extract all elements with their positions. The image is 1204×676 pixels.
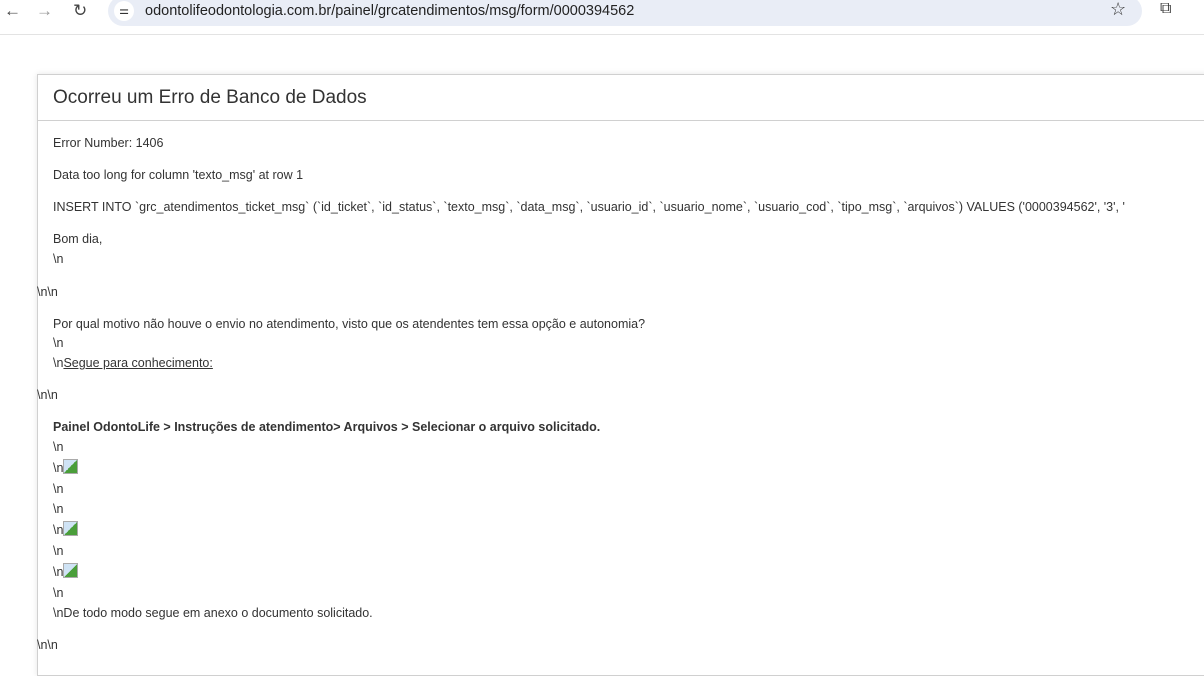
error-number: Error Number: 1406 (53, 136, 164, 150)
instructions-path: Painel OdontoLife > Instruções de atendi… (53, 420, 601, 434)
browser-toolbar: ← → ↻ ⚌ odontolifeodontologia.com.br/pai… (0, 0, 1204, 35)
error-card: Ocorreu um Erro de Banco de Dados (37, 74, 1204, 676)
error-title: Ocorreu um Erro de Banco de Dados (53, 87, 367, 108)
image-line: \n (53, 521, 79, 538)
address-bar[interactable]: ⚌ odontolifeodontologia.com.br/painel/gr… (108, 0, 1142, 26)
reload-button[interactable]: ↻ (73, 0, 87, 22)
newline-text: \n (53, 482, 64, 496)
broken-image-icon (63, 521, 79, 536)
closing-line: \nDe todo modo segue em anexo o document… (53, 606, 373, 620)
question-line: Por qual motivo não houve o envio no ate… (53, 317, 646, 331)
newline-text: \n (53, 544, 64, 558)
image-line: \n (53, 459, 79, 476)
forward-button[interactable]: → (36, 0, 53, 22)
extensions-puzzle-icon[interactable]: ⧉ (1160, 0, 1171, 18)
bookmark-star-icon[interactable]: ☆ (1110, 0, 1126, 20)
newline-text: \n (53, 336, 64, 350)
double-newline-text: \n\n (37, 638, 58, 652)
newline-text: \n (53, 356, 64, 370)
newline-text: \n (53, 586, 64, 600)
double-newline-text: \n\n (37, 388, 58, 402)
segue-link[interactable]: Segue para conhecimento: (63, 356, 212, 370)
newline-text: \n (53, 461, 64, 475)
newline-text: \n (53, 252, 64, 266)
error-header: Ocorreu um Erro de Banco de Dados (38, 75, 1204, 121)
error-message: Data too long for column 'texto_msg' at … (53, 168, 304, 182)
site-info-icon[interactable]: ⚌ (114, 1, 134, 21)
double-newline-text: \n\n (37, 285, 58, 299)
newline-text: \n (53, 523, 64, 537)
error-query: INSERT INTO `grc_atendimentos_ticket_msg… (53, 200, 1125, 214)
url-text: odontolifeodontologia.com.br/painel/grca… (145, 3, 635, 19)
image-line: \n (53, 563, 79, 580)
broken-image-icon (63, 459, 79, 474)
newline-text: \n (53, 440, 64, 454)
newline-text: \n (53, 502, 64, 516)
broken-image-icon (63, 563, 79, 578)
segue-line: \nSegue para conhecimento: (53, 355, 213, 371)
greeting-line: Bom dia, (53, 232, 103, 246)
back-button[interactable]: ← (4, 0, 21, 22)
newline-text: \n (53, 565, 64, 579)
